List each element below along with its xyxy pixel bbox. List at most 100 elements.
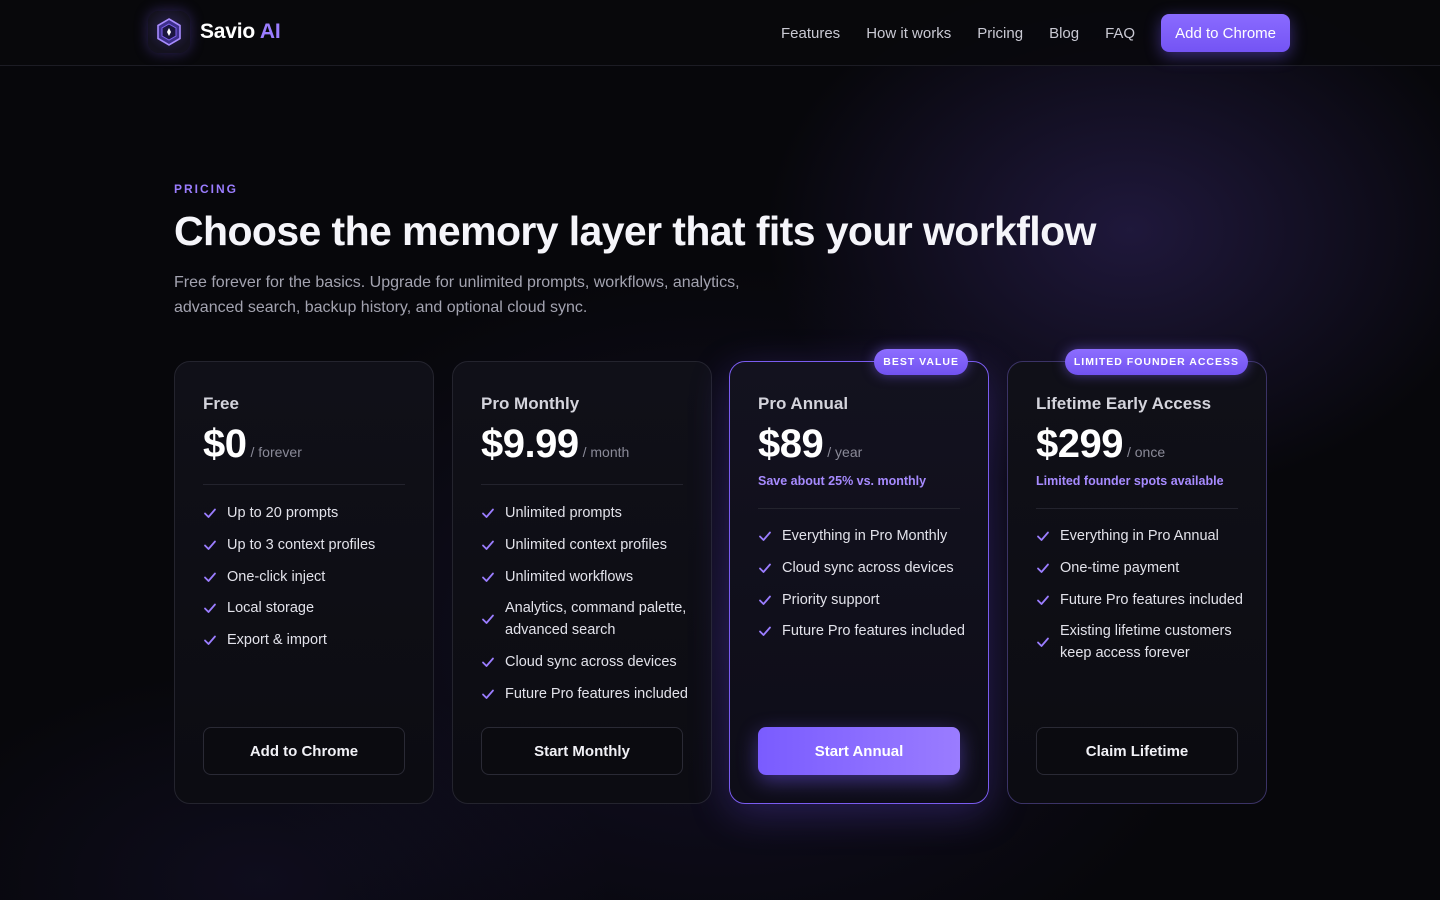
feature-text: Up to 3 context profiles [227,536,376,553]
start-annual-button[interactable]: Start Annual [758,727,960,775]
brand-name: Savio AI [200,20,281,43]
check-icon [203,506,217,520]
check-icon [481,506,495,520]
plan-price: $0 [203,422,247,466]
feature-item: Future Pro features included [1036,589,1246,611]
limited-founder-badge: LIMITED FOUNDER ACCESS [1064,349,1248,375]
page-subtitle: Free forever for the basics. Upgrade for… [174,274,740,316]
feature-text: Unlimited context profiles [505,536,667,553]
feature-item: Future Pro features included [758,620,968,642]
nav-link-blog[interactable]: Blog [1049,25,1079,42]
feature-text: Unlimited prompts [505,505,622,521]
price-row: $299 / once [1036,422,1165,467]
price-row: $9.99 / month [481,422,629,467]
feature-item: Cloud sync across devices [481,651,691,673]
divider [1036,508,1238,509]
divider [481,484,683,485]
feature-item: Everything in Pro Annual [1036,525,1246,547]
add-to-chrome-button[interactable]: Add to Chrome [203,727,405,775]
plan-period: / month [582,444,630,460]
feature-text: Future Pro features included [782,623,965,640]
best-value-badge: BEST VALUE [874,349,968,375]
plan-period: / forever [250,444,302,460]
feature-item: Up to 3 context profiles [203,534,413,556]
brand-accent: AI [259,20,281,43]
feature-item: One-click inject [203,566,413,588]
section-eyebrow: PRICING [174,182,239,196]
claim-lifetime-button[interactable]: Claim Lifetime [1036,727,1238,775]
feature-text: Unlimited workflows [505,568,634,585]
plan-card-free: Free $0 / forever Up to 20 prompts Up to… [174,361,434,804]
plan-name: Pro Annual [758,394,849,413]
check-icon [481,570,495,584]
feature-item: Up to 20 prompts [203,502,413,524]
nav-link-pricing[interactable]: Pricing [977,25,1023,42]
divider [758,508,960,509]
check-icon [1036,561,1050,575]
brand[interactable]: Savio AI [148,11,281,53]
feature-item: One-time payment [1036,557,1246,579]
check-icon [758,624,772,638]
feature-item: Future Pro features included [481,683,691,705]
feature-text: Cloud sync across devices [782,559,954,576]
feature-list: Everything in Pro Monthly Cloud sync acr… [758,525,968,652]
feature-item: Unlimited context profiles [481,534,691,556]
check-icon [758,529,772,543]
feature-item: Priority support [758,589,968,611]
check-icon [758,561,772,575]
plan-card-lifetime: LIMITED FOUNDER ACCESS Lifetime Early Ac… [1007,349,1267,804]
plan-period: / once [1126,444,1166,460]
feature-text: Local storage [227,600,315,617]
check-icon [481,538,495,552]
feature-text: Future Pro features included [1060,591,1243,608]
feature-item: Existing lifetime customers keep access … [1036,620,1246,664]
feature-text: Priority support [782,591,880,608]
feature-list: Unlimited prompts Unlimited context prof… [481,502,691,715]
feature-text: One-time payment [1060,559,1180,576]
logo-icon [148,11,190,53]
feature-text: One-click inject [227,568,326,585]
feature-text: Everything in Pro Annual [1060,528,1219,544]
feature-text: Cloud sync across devices [505,654,677,671]
check-icon [1036,529,1050,543]
page-title: Choose the memory layer that fits your w… [174,208,1096,254]
feature-item: Unlimited prompts [481,502,691,524]
top-nav: Savio AI Features How it works Pricing B… [0,0,1440,66]
plan-price: $9.99 [481,422,579,466]
feature-text: Future Pro features included [505,685,688,702]
plan-price: $299 [1036,422,1123,466]
nav-link-features[interactable]: Features [781,25,840,42]
plan-name: Lifetime Early Access [1036,394,1212,413]
check-icon [758,593,772,607]
divider [203,484,405,485]
check-icon [203,601,217,615]
price-row: $0 / forever [203,422,302,467]
check-icon [1036,593,1050,607]
feature-item: Unlimited workflows [481,566,691,588]
feature-text: Everything in Pro Monthly [782,528,948,544]
check-icon [1036,635,1050,649]
nav-links: Features How it works Pricing Blog FAQ A… [781,14,1290,52]
check-icon [203,538,217,552]
feature-text: Existing lifetime customers keep access … [1060,623,1232,662]
feature-item: Local storage [203,597,413,619]
check-icon [203,633,217,647]
start-monthly-button[interactable]: Start Monthly [481,727,683,775]
plan-name: Pro Monthly [481,394,580,413]
check-icon [481,612,495,626]
price-row: $89 / year [758,422,862,467]
plan-period: / year [827,444,863,460]
feature-text: Up to 20 prompts [227,505,339,521]
check-icon [203,570,217,584]
feature-list: Everything in Pro Annual One-time paymen… [1036,525,1246,674]
check-icon [481,655,495,669]
plan-name: Free [203,394,239,413]
feature-item: Cloud sync across devices [758,557,968,579]
plan-price: $89 [758,422,824,466]
nav-link-faq[interactable]: FAQ [1105,25,1135,42]
check-icon [481,687,495,701]
add-to-chrome-nav-button[interactable]: Add to Chrome [1161,14,1290,52]
feature-text: Export & import [227,632,327,649]
feature-item: Everything in Pro Monthly [758,525,968,547]
nav-link-how-it-works[interactable]: How it works [866,25,951,42]
